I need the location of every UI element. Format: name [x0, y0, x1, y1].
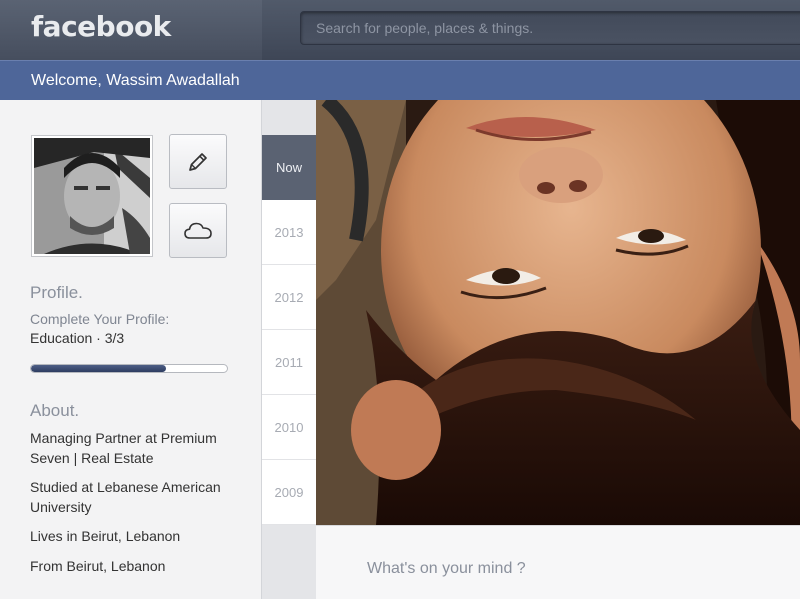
top-bar: facebook	[0, 0, 800, 60]
status-composer[interactable]: What's on your mind ?	[316, 525, 800, 599]
cloud-upload-button[interactable]	[169, 203, 227, 258]
profile-heading: Profile.	[30, 283, 83, 302]
cover-photo-image	[316, 100, 800, 525]
about-from: From Beirut, Lebanon	[30, 558, 166, 574]
profile-progress-bar	[30, 364, 228, 373]
edit-profile-button[interactable]	[169, 134, 227, 189]
about-work: Managing Partner at Premium Seven | Real…	[30, 430, 217, 466]
logo-area: facebook	[0, 0, 262, 60]
complete-profile-label[interactable]: Complete Your Profile:	[30, 311, 169, 327]
profile-progress-fill	[31, 365, 167, 372]
about-heading: About.	[30, 401, 80, 420]
facebook-logo[interactable]: facebook	[31, 10, 171, 43]
about-education: Studied at Lebanese American University	[30, 479, 221, 515]
sidebar: Profile. Complete Your Profile: Educatio…	[0, 100, 262, 599]
composer-placeholder[interactable]: What's on your mind ?	[367, 560, 526, 578]
timeline-item-2011[interactable]: 2011	[262, 330, 316, 395]
welcome-text: Welcome, Wassim Awadallah	[31, 72, 240, 89]
search-input[interactable]	[300, 11, 800, 45]
timeline-nav: Now 2013 2012 2011 2010 2009	[262, 135, 316, 525]
avatar-photo	[34, 138, 150, 254]
timeline-item-2013[interactable]: 2013	[262, 200, 316, 265]
timeline-item-2012[interactable]: 2012	[262, 265, 316, 330]
about-lives-in: Lives in Beirut, Lebanon	[30, 528, 181, 544]
timeline-item-2009[interactable]: 2009	[262, 460, 316, 525]
cloud-icon	[184, 222, 212, 239]
timeline-item-now[interactable]: Now	[262, 135, 316, 200]
pencil-icon	[189, 152, 207, 171]
timeline-item-2010[interactable]: 2010	[262, 395, 316, 460]
profile-step: Education · 3/3	[30, 330, 125, 346]
cover-photo[interactable]	[316, 100, 800, 525]
avatar[interactable]	[31, 135, 153, 257]
welcome-bar: Welcome, Wassim Awadallah	[0, 60, 800, 100]
